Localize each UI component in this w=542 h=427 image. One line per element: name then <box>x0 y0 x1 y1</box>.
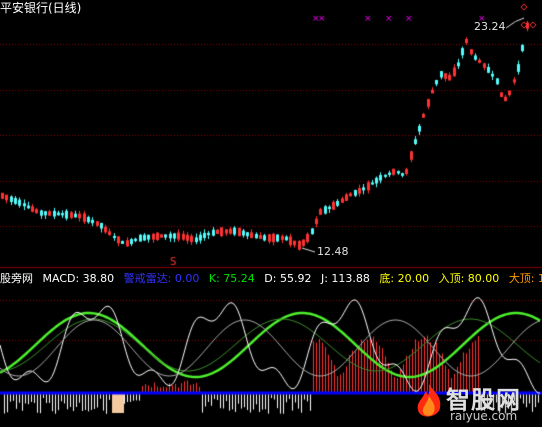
legend-j: J: 113.88 <box>320 272 370 285</box>
indicator-legend: 股旁网 MACD: 38.80 警戒雷达: 0.00 K: 75.24 D: 5… <box>0 272 542 285</box>
stock-chart-canvas[interactable] <box>0 0 542 427</box>
chart-title: 平安银行(日线) <box>0 1 82 15</box>
watermark: 智股网 raiyue.com <box>414 380 536 424</box>
legend-macd: MACD: 38.80 <box>42 272 115 285</box>
legend-bottom: 底: 20.00 <box>379 272 430 285</box>
flame-logo-icon <box>417 384 441 417</box>
low-price-label: 12.48 <box>317 245 349 258</box>
legend-top: 大顶: 1 <box>508 272 542 285</box>
legend-d: D: 55.92 <box>264 272 312 285</box>
watermark-url: raiyue.com <box>450 409 518 423</box>
legend-alert: 警戒雷达: 0.00 <box>123 272 200 285</box>
high-price-label: 23.24 <box>474 20 506 33</box>
legend-k: K: 75.24 <box>208 272 255 285</box>
legend-entry: 入顶: 80.00 <box>438 272 500 285</box>
legend-name: 股旁网 <box>0 272 33 285</box>
